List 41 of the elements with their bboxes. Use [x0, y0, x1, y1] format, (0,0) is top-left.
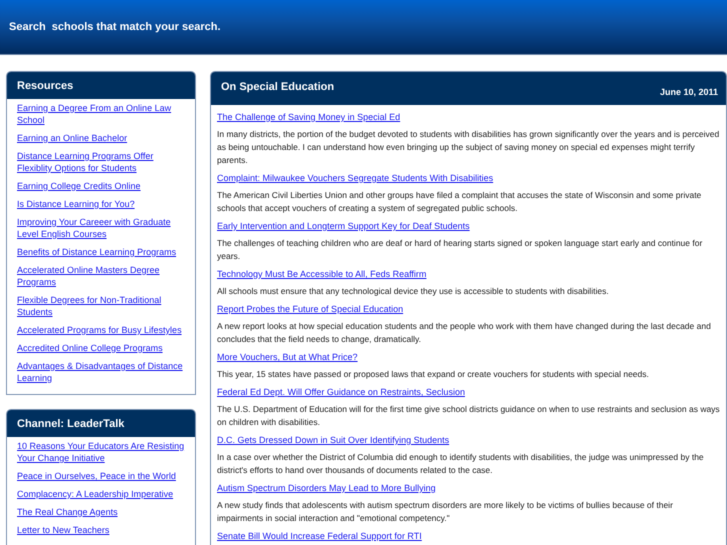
panel-date: June 10, 2011 [660, 87, 718, 99]
sidebar-link[interactable]: Peace in Ourselves, Peace in the World [17, 470, 176, 482]
panel-title: Resources [17, 80, 74, 92]
article-summary: The U.S. Department of Education will for the first time give school districts guidance on when to use restraints and seclusion as ways on children with disabilities. [217, 403, 720, 429]
sidebar-link[interactable]: Benefits of Distance Learning Programs [17, 246, 176, 258]
article-link[interactable]: Senate Bill Would Increase Federal Support for RTI [217, 530, 422, 542]
article-summary: A new report looks at how special education students and the people who work with them have changed during the last decade and concludes that the field needs to change, dramatically. [217, 320, 712, 346]
panel-title: On Special Education [221, 81, 334, 95]
sidebar-link[interactable]: Earning an Online Bachelor [17, 132, 128, 144]
article-link[interactable]: D.C. Gets Dressed Down in Suit Over Identifying Students [217, 434, 450, 446]
sidebar-link[interactable]: Accelerated Online Masters Degree Programs [17, 264, 189, 288]
article-link[interactable]: More Vouchers, But at What Price? [217, 351, 358, 363]
article-summary: The American Civil Liberties Union and other groups have filed a complaint that accuses the state of Wisconsin and some private schools that accept vouchers of creating a system of segregated public schools. [217, 189, 702, 215]
article-link[interactable]: Report Probes the Future of Special Education [217, 303, 404, 315]
article-summary: The challenges of teaching children who are deaf or hard of hearing starts signed or spoken language start early and continue for years. [217, 237, 704, 263]
article-summary: In a case over whether the District of Columbia did enough to identify students with disabilities, the judge was unimpressed by the district's efforts to hand over thousands of documents related to the case. [217, 451, 705, 477]
sidebar-link[interactable]: Improving Your Careeer with Graduate Level English Courses [17, 216, 189, 240]
sidebar-link[interactable]: Flexible Degrees for Non-Traditional Students [17, 294, 189, 318]
sidebar-link[interactable]: Complacency: A Leadership Imperative [17, 488, 174, 500]
panel-title: Channel: LeaderTalk [17, 418, 124, 430]
sidebar-link[interactable]: 10 Reasons Your Educators Are Resisting Your Change Initiative [17, 440, 189, 464]
sidebar-link[interactable]: Is Distance Learning for You? [17, 198, 135, 210]
sidebar-link[interactable]: Letter to New Teachers [17, 524, 110, 536]
site-tagline: Search schools that match your search. [9, 21, 221, 33]
sidebar-link[interactable]: Accelerated Programs for Busy Lifestyles [17, 324, 182, 336]
article-link[interactable]: Early Intervention and Longterm Support Key for Deaf Students [217, 220, 470, 232]
sidebar-link[interactable]: Advantages & Disadvantages of Distance Learning [17, 360, 189, 384]
article-summary: In many districts, the portion of the budget devoted to students with disabilities has grown significantly over the years and is perceived as being untouchable. I can understand how even bringing up the subject of saving money on special ed expenses might terrify parents. [217, 128, 720, 167]
article-summary: This year, 15 states have passed or proposed laws that expand or create vouchers for students with special needs. [217, 368, 650, 381]
article-link[interactable]: The Challenge of Saving Money in Special Ed [217, 111, 400, 123]
article-link[interactable]: Autism Spectrum Disorders May Lead to More Bullying [217, 482, 436, 494]
sidebar-link[interactable]: Accredited Online College Programs [17, 342, 163, 354]
article-summary: All schools must ensure that any technological device they use is accessible to students with disabilities. [217, 285, 610, 298]
sidebar-link[interactable]: Earning College Credits Online [17, 180, 141, 192]
sidebar-link[interactable]: Distance Learning Programs Offer Flexiblity Options for Students [17, 150, 189, 174]
sidebar-link[interactable]: Earning a Degree From an Online Law School [17, 102, 189, 126]
article-summary: A new study finds that adolescents with autism spectrum disorders are more likely to be victims of bullies because of their impairments in social interaction and "emotional competency." [217, 499, 674, 525]
article-link[interactable]: Complaint: Milwaukee Vouchers Segregate Students With Disabilities [217, 172, 494, 184]
article-link[interactable]: Federal Ed Dept. Will Offer Guidance on Restraints, Seclusion [217, 386, 465, 398]
article-link[interactable]: Technology Must Be Accessible to All, Feds Reaffirm [217, 268, 426, 280]
sidebar-link[interactable]: The Real Change Agents [17, 506, 118, 518]
